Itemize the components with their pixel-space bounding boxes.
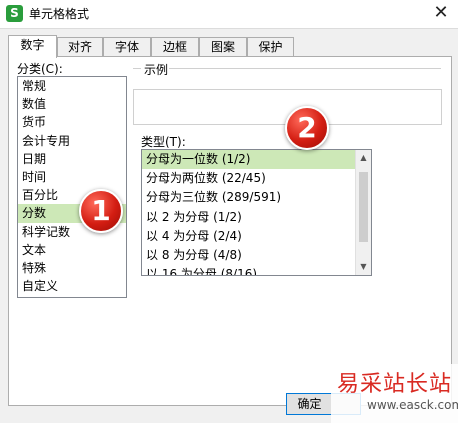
title-bar: S 单元格格式 ✕ <box>0 0 458 28</box>
scroll-down-icon[interactable]: ▼ <box>356 259 371 275</box>
tab-pattern[interactable]: 图案 <box>199 37 247 57</box>
scroll-thumb[interactable] <box>359 172 368 242</box>
type-list-scrollbar[interactable]: ▲ ▼ <box>355 150 371 275</box>
app-icon: S <box>6 5 23 22</box>
sample-group-line <box>133 68 141 69</box>
scroll-up-icon[interactable]: ▲ <box>356 150 371 166</box>
window-title: 单元格格式 <box>29 7 90 21</box>
category-item-number[interactable]: 数值 <box>18 95 126 113</box>
tab-border[interactable]: 边框 <box>151 37 199 57</box>
category-item-general[interactable]: 常规 <box>18 77 126 95</box>
type-item[interactable]: 以 16 为分母 (8/16) <box>142 265 371 275</box>
category-label: 分类(C): <box>17 62 63 76</box>
watermark-url: www.easck.com <box>367 398 458 412</box>
type-item[interactable]: 分母为两位数 (22/45) <box>142 169 371 188</box>
tab-protection[interactable]: 保护 <box>247 37 294 57</box>
type-item[interactable]: 分母为三位数 (289/591) <box>142 188 371 207</box>
category-item-text[interactable]: 文本 <box>18 241 126 259</box>
category-item-accounting[interactable]: 会计专用 <box>18 132 126 150</box>
category-item-special[interactable]: 特殊 <box>18 259 126 277</box>
sample-group-line <box>169 68 441 69</box>
tab-alignment[interactable]: 对齐 <box>57 37 103 57</box>
type-item[interactable]: 以 2 为分母 (1/2) <box>142 208 371 227</box>
type-list[interactable]: 分母为一位数 (1/2) 分母为两位数 (22/45) 分母为三位数 (289/… <box>141 149 372 276</box>
type-label: 类型(T): <box>141 135 186 149</box>
step-2-badge: 2 <box>285 106 329 150</box>
type-item[interactable]: 以 4 为分母 (2/4) <box>142 227 371 246</box>
number-tab-panel: 分类(C): 常规 数值 货币 会计专用 日期 时间 百分比 分数 科学记数 文… <box>8 56 452 406</box>
category-item-currency[interactable]: 货币 <box>18 113 126 131</box>
watermark-logo: 易采站长站 <box>337 372 453 397</box>
category-item-time[interactable]: 时间 <box>18 168 126 186</box>
watermark: 易采站长站 www.easck.com <box>331 364 458 423</box>
tab-number[interactable]: 数字 <box>8 35 57 58</box>
category-list[interactable]: 常规 数值 货币 会计专用 日期 时间 百分比 分数 科学记数 文本 特殊 自定… <box>17 76 127 298</box>
sample-label: 示例 <box>144 63 169 77</box>
type-item[interactable]: 分母为一位数 (1/2) <box>142 150 371 170</box>
step-1-badge: 1 <box>79 189 123 233</box>
tab-font[interactable]: 字体 <box>103 37 151 57</box>
type-item[interactable]: 以 8 为分母 (4/8) <box>142 246 371 265</box>
category-item-date[interactable]: 日期 <box>18 150 126 168</box>
close-icon[interactable]: ✕ <box>430 2 452 24</box>
category-item-custom[interactable]: 自定义 <box>18 277 126 295</box>
